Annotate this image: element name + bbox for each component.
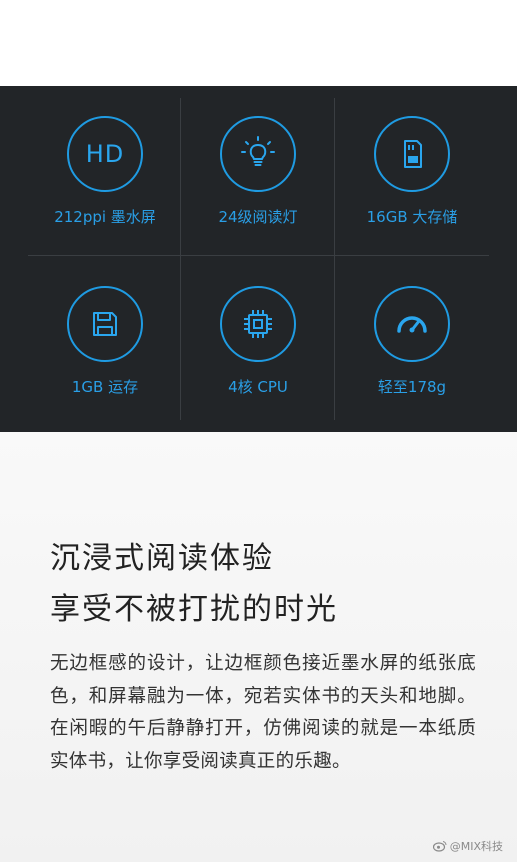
spec-label: 212ppi 墨水屏 xyxy=(54,208,156,226)
speedometer-icon xyxy=(374,286,450,362)
spec-panel: HD 212ppi 墨水屏 24级阅读灯 16GB 大存储 1GB 运存 4核 … xyxy=(0,86,517,432)
spec-item-cpu: 4核 CPU xyxy=(188,259,328,419)
spec-label: 4核 CPU xyxy=(228,378,288,396)
spec-label: 16GB 大存储 xyxy=(366,208,458,226)
spec-label: 24级阅读灯 xyxy=(218,208,298,226)
grid-divider-vertical xyxy=(334,98,335,420)
spec-item-ram: 1GB 运存 xyxy=(35,259,175,419)
content-section xyxy=(0,432,517,862)
spec-item-weight: 轻至178g xyxy=(342,259,482,419)
cpu-chip-icon xyxy=(220,286,296,362)
spec-label: 1GB 运存 xyxy=(71,378,139,396)
light-bulb-icon xyxy=(220,116,296,192)
spec-item-reading-light: 24级阅读灯 xyxy=(188,89,328,249)
spec-item-storage: 16GB 大存储 xyxy=(342,89,482,249)
description-paragraph: 无边框感的设计，让边框颜色接近墨水屏的纸张底色，和屏幕融为一体，宛若实体书的天头… xyxy=(50,653,476,772)
watermark-text: @MIX科技 xyxy=(449,840,503,853)
sd-card-icon xyxy=(374,116,450,192)
grid-divider-horizontal xyxy=(28,255,489,256)
spec-item-display: HD 212ppi 墨水屏 xyxy=(35,89,175,249)
headline-line-2: 享受不被打扰的时光 xyxy=(50,592,338,627)
spec-label: 轻至178g xyxy=(377,378,447,396)
floppy-disk-icon xyxy=(67,286,143,362)
grid-divider-vertical xyxy=(180,98,181,420)
headline-line-1: 沉浸式阅读体验 xyxy=(50,541,274,576)
weibo-icon xyxy=(432,841,447,852)
watermark: @MIX科技 xyxy=(432,838,503,854)
top-whitespace xyxy=(0,0,517,86)
hd-icon: HD xyxy=(67,116,143,192)
